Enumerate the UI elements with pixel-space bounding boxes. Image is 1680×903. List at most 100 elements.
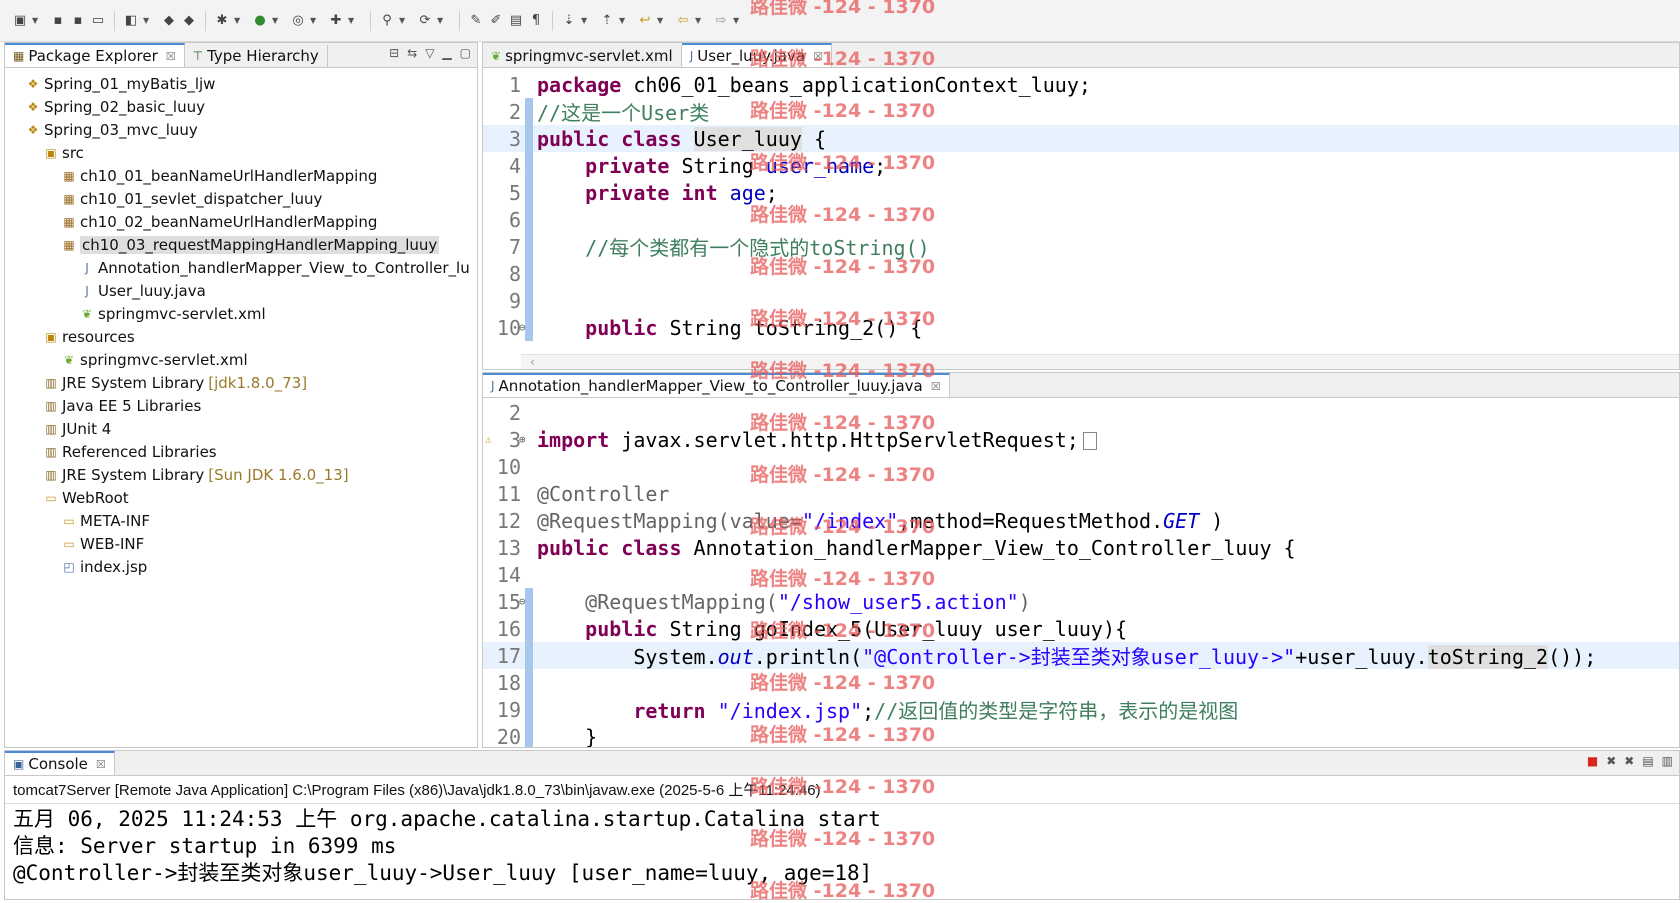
view-menu-icon[interactable]: ▽ — [425, 46, 434, 60]
tree-item[interactable]: J Annotation_handlerMapper_View_to_Contro… — [5, 256, 477, 279]
tab-annotation-controller-java[interactable]: J Annotation_handlerMapper_View_to_Contr… — [483, 373, 950, 397]
java-file-icon: J — [85, 260, 89, 275]
new-dropdown-icon[interactable]: ▼ — [32, 16, 40, 25]
print-icon[interactable]: ▭ — [90, 13, 106, 29]
tree-item[interactable]: ◰ index.jsp — [5, 555, 477, 578]
edit-icon[interactable]: ✎ — [468, 13, 484, 29]
tab-user-luuy-java-label: User_luuy.java — [697, 47, 806, 65]
coverage-icon[interactable]: ◎ — [290, 13, 306, 29]
tree-item[interactable]: J User_luuy.java — [5, 279, 477, 302]
tree-item[interactable]: ▦ ch10_03_requestMappingHandlerMapping_lu… — [5, 233, 477, 256]
refresh-dropdown-icon[interactable]: ▼ — [437, 16, 445, 25]
show-whitespace-icon[interactable]: ¶ — [528, 13, 544, 29]
back-dropdown-icon[interactable]: ▼ — [695, 16, 703, 25]
tab-console[interactable]: ▣ Console ☒ — [5, 751, 115, 775]
tree-item[interactable]: ▭ WEB-INF — [5, 532, 477, 555]
tree-item[interactable]: ▭ WebRoot — [5, 486, 477, 509]
pin-icon[interactable]: ✐ — [488, 13, 504, 29]
open-type-dropdown-icon[interactable]: ▼ — [143, 16, 151, 25]
code-string: "/show_user5.action" — [777, 589, 1019, 614]
tree-item[interactable]: ▣ resources — [5, 325, 477, 348]
run-dropdown-icon[interactable]: ▼ — [272, 16, 280, 25]
next-annotation-icon[interactable]: ⇣ — [561, 13, 577, 29]
last-edit-dropdown-icon[interactable]: ▼ — [657, 16, 665, 25]
tree-item[interactable]: ❦ springmvc-servlet.xml — [5, 302, 477, 325]
tab-type-hierarchy[interactable]: ⊤ Type Hierarchy — [185, 45, 328, 67]
tree-item[interactable]: ▦ ch10_02_beanNameUrlHandlerMapping — [5, 210, 477, 233]
debug-icon[interactable]: ✱ — [214, 13, 230, 29]
tree-item[interactable]: ❦ springmvc-servlet.xml — [5, 348, 477, 371]
last-edit-icon[interactable]: ↩ — [637, 13, 653, 29]
next-annotation-dropdown-icon[interactable]: ▼ — [581, 16, 589, 25]
terminate-icon[interactable]: ■ — [1587, 754, 1598, 768]
tree-item[interactable]: ▦ ch10_01_sevlet_dispatcher_luuy — [5, 187, 477, 210]
tree-item-label: src — [62, 143, 84, 162]
tree-item[interactable]: ▭ META-INF — [5, 509, 477, 532]
run-icon[interactable]: ● — [252, 13, 268, 29]
search-icon[interactable]: ⚲ — [379, 13, 395, 29]
clear-console-icon[interactable]: ▤ — [1642, 754, 1653, 768]
line-number: 12 — [496, 508, 521, 533]
horizontal-scrollbar[interactable]: ‹ — [521, 354, 1679, 369]
save-all-icon[interactable]: ▪ — [70, 13, 86, 29]
warning-icon[interactable]: ⚠ — [485, 433, 492, 446]
link-with-editor-icon[interactable]: ⇆ — [407, 46, 417, 60]
external-tools-icon[interactable]: ✚ — [328, 13, 344, 29]
remove-all-launches-icon[interactable]: ✖ — [1624, 754, 1634, 768]
new-icon[interactable]: ▣ — [12, 13, 28, 29]
close-icon[interactable]: ☒ — [166, 50, 176, 63]
coverage-dropdown-icon[interactable]: ▼ — [310, 16, 318, 25]
code-annotation: ) — [1018, 589, 1031, 614]
tab-springmvc-servlet-xml[interactable]: ❦ springmvc-servlet.xml — [483, 45, 682, 67]
close-icon[interactable]: ☒ — [931, 380, 941, 393]
tab-package-explorer[interactable]: ▦ Package Explorer ☒ — [5, 43, 185, 67]
search-dropdown-icon[interactable]: ▼ — [399, 16, 407, 25]
tree-item[interactable]: ▥ Java EE 5 Libraries — [5, 394, 477, 417]
open-task-icon[interactable]: ◆ — [181, 13, 197, 29]
tree-item[interactable]: ❖ Spring_03_mvc_luuy — [5, 118, 477, 141]
tree-item[interactable]: ❖ Spring_02_basic_luuy — [5, 95, 477, 118]
folded-marker-icon[interactable] — [1082, 432, 1097, 450]
open-type-icon[interactable]: ◧ — [123, 13, 139, 29]
refresh-icon[interactable]: ⟳ — [417, 13, 433, 29]
prev-annotation-dropdown-icon[interactable]: ▼ — [619, 16, 627, 25]
external-tools-dropdown-icon[interactable]: ▼ — [348, 16, 356, 25]
debug-dropdown-icon[interactable]: ▼ — [234, 16, 242, 25]
toggle-block-icon[interactable]: ▤ — [508, 13, 524, 29]
code-editor[interactable]: 1 package ch06_01_beans_applicationContex… — [483, 68, 1679, 369]
tab-type-hierarchy-label: Type Hierarchy — [207, 47, 319, 65]
code-text: ()); — [1548, 645, 1597, 669]
save-icon[interactable]: ▪ — [50, 13, 66, 29]
tree-item[interactable]: ▥ JRE System Library [jdk1.8.0_73] — [5, 371, 477, 394]
open-resource-icon[interactable]: ◆ — [161, 13, 177, 29]
fold-icon[interactable]: ⊖ — [519, 321, 526, 334]
forward-icon[interactable]: ⇨ — [713, 13, 729, 29]
expand-icon[interactable]: ⊕ — [519, 433, 526, 446]
package-explorer-view-tools: ⊟ ⇆ ▽ ▁ ▢ — [389, 46, 471, 60]
scroll-lock-icon[interactable]: ▥ — [1662, 754, 1673, 768]
remove-launch-icon[interactable]: ✖ — [1606, 754, 1616, 768]
code-editor[interactable]: 2 3 ⚠ ⊕ import javax.servlet.http.HttpServl… — [483, 398, 1679, 747]
maximize-icon[interactable]: ▢ — [460, 46, 471, 60]
tab-user-luuy-java[interactable]: J User_luuy.java ☒ — [681, 43, 832, 67]
scroll-left-icon[interactable]: ‹ — [529, 355, 536, 369]
tree-item[interactable]: ▥ Referenced Libraries — [5, 440, 477, 463]
tree-item-label: ch10_02_beanNameUrlHandlerMapping — [80, 212, 378, 231]
tree-item[interactable]: ▥ JRE System Library [Sun JDK 1.6.0_13] — [5, 463, 477, 486]
minimize-icon[interactable]: ▁ — [442, 46, 451, 60]
tree-item[interactable]: ▣ src — [5, 141, 477, 164]
tree-item[interactable]: ▦ ch10_01_beanNameUrlHandlerMapping — [5, 164, 477, 187]
tree-item-label: Spring_02_basic_luuy — [44, 97, 205, 116]
prev-annotation-icon[interactable]: ⇡ — [599, 13, 615, 29]
console-line: 信息: Server startup in 6399 ms — [13, 833, 397, 858]
console-output[interactable]: 五月 06, 2025 11:24:53 上午 org.apache.catal… — [5, 804, 1679, 885]
forward-dropdown-icon[interactable]: ▼ — [733, 16, 741, 25]
close-icon[interactable]: ☒ — [813, 50, 823, 63]
back-icon[interactable]: ⇦ — [675, 13, 691, 29]
fold-icon[interactable]: ⊖ — [519, 595, 526, 608]
tree-item[interactable]: ❖ Spring_01_myBatis_ljw — [5, 72, 477, 95]
tree-item[interactable]: ▥ JUnit 4 — [5, 417, 477, 440]
close-icon[interactable]: ☒ — [96, 758, 106, 771]
tree-item-label: resources — [62, 327, 135, 346]
collapse-all-icon[interactable]: ⊟ — [389, 46, 399, 60]
